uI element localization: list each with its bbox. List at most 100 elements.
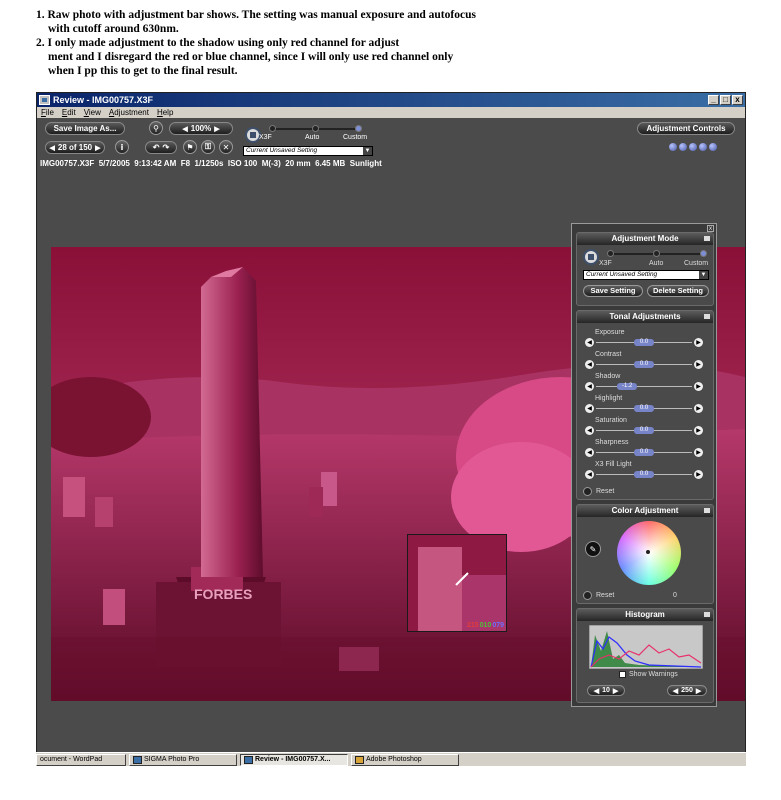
mode-dot-custom[interactable] bbox=[355, 125, 362, 132]
taskbar-item-sigma[interactable]: SIGMA Photo Pro bbox=[129, 753, 237, 766]
histogram-header[interactable]: Histogram bbox=[577, 609, 713, 621]
rating-ball[interactable] bbox=[679, 143, 687, 151]
eyedropper-icon[interactable]: ✎ bbox=[585, 541, 601, 557]
adjustment-controls-button[interactable]: Adjustment Controls bbox=[637, 122, 735, 135]
slider-x3-fill-light[interactable]: ◀ 0.0 ▶ bbox=[585, 470, 703, 479]
rating-ball[interactable] bbox=[699, 143, 707, 151]
image-counter[interactable]: ◀ 28 of 150 ▶ bbox=[45, 141, 105, 154]
menu-edit[interactable]: Edit bbox=[62, 108, 76, 117]
zoom-magnifier-icon[interactable]: ⚲ bbox=[149, 121, 163, 135]
zoom-out-arrow-icon[interactable]: ◀ bbox=[182, 125, 187, 133]
slider-shadow[interactable]: ◀ -1.2 ▶ bbox=[585, 382, 703, 391]
info-white-balance: Sunlight bbox=[349, 159, 382, 168]
save-image-button[interactable]: Save Image As... bbox=[45, 122, 125, 135]
histogram-low-stepper[interactable]: ◀ 10 ▶ bbox=[587, 685, 625, 696]
slider-decrease-icon[interactable]: ◀ bbox=[585, 404, 594, 413]
slider-highlight[interactable]: ◀ 0.0 ▶ bbox=[585, 404, 703, 413]
menu-view[interactable]: View bbox=[84, 108, 101, 117]
slider-value[interactable]: 0.0 bbox=[634, 471, 654, 478]
slider-increase-icon[interactable]: ▶ bbox=[694, 426, 703, 435]
key-icon[interactable]: ⚿ bbox=[201, 140, 215, 154]
rating-ball[interactable] bbox=[709, 143, 717, 151]
collapse-icon[interactable] bbox=[704, 314, 710, 319]
slider-saturation[interactable]: ◀ 0.0 ▶ bbox=[585, 426, 703, 435]
zoom-control[interactable]: ◀ 100% ▶ bbox=[169, 122, 233, 135]
save-setting-button[interactable]: Save Setting bbox=[583, 285, 643, 297]
slider-increase-icon[interactable]: ▶ bbox=[694, 360, 703, 369]
minimize-button[interactable]: _ bbox=[708, 95, 719, 105]
zoom-in-arrow-icon[interactable]: ▶ bbox=[214, 125, 219, 133]
rotate-buttons[interactable]: ↶ ↷ bbox=[145, 141, 177, 154]
mode-dot-auto[interactable] bbox=[312, 125, 319, 132]
slider-value[interactable]: 0.0 bbox=[634, 449, 654, 456]
panel-mode-x3f-icon[interactable] bbox=[583, 249, 599, 265]
slider-contrast[interactable]: ◀ 0.0 ▶ bbox=[585, 360, 703, 369]
collapse-icon[interactable] bbox=[704, 236, 710, 241]
rating-ball[interactable] bbox=[689, 143, 697, 151]
slider-increase-icon[interactable]: ▶ bbox=[694, 382, 703, 391]
slider-value[interactable]: 0.0 bbox=[634, 361, 654, 368]
slider-value[interactable]: 0.0 bbox=[634, 405, 654, 412]
rotate-left-icon[interactable]: ↶ bbox=[153, 143, 160, 152]
chevron-down-icon[interactable]: ▼ bbox=[363, 147, 372, 155]
menu-help[interactable]: Help bbox=[157, 108, 173, 117]
panel-mode-dot-custom[interactable] bbox=[700, 250, 707, 257]
slider-decrease-icon[interactable]: ◀ bbox=[585, 382, 594, 391]
color-wheel[interactable] bbox=[617, 521, 681, 585]
chevron-down-icon[interactable]: ▼ bbox=[699, 271, 708, 279]
show-warnings-checkbox[interactable] bbox=[619, 671, 626, 678]
slider-exposure[interactable]: ◀ 0.0 ▶ bbox=[585, 338, 703, 347]
high-increase-icon[interactable]: ▶ bbox=[696, 687, 701, 695]
collapse-icon[interactable] bbox=[704, 508, 710, 513]
mode-slider[interactable] bbox=[269, 125, 362, 132]
slider-increase-icon[interactable]: ▶ bbox=[694, 338, 703, 347]
rotate-right-icon[interactable]: ↷ bbox=[163, 143, 170, 152]
panel-mode-dot-x3f[interactable] bbox=[607, 250, 614, 257]
panel-mode-dot-auto[interactable] bbox=[653, 250, 660, 257]
slider-increase-icon[interactable]: ▶ bbox=[694, 404, 703, 413]
low-increase-icon[interactable]: ▶ bbox=[613, 687, 618, 695]
menu-file[interactable]: File bbox=[41, 108, 54, 117]
taskbar-item-wordpad[interactable]: ocument - WordPad bbox=[36, 753, 126, 766]
menu-adjustment[interactable]: Adjustment bbox=[109, 108, 149, 117]
setting-select[interactable]: Current Unsaved Setting ▼ bbox=[243, 146, 373, 156]
slider-decrease-icon[interactable]: ◀ bbox=[585, 338, 594, 347]
rating-balls[interactable] bbox=[669, 143, 717, 151]
color-adjustment-header[interactable]: Color Adjustment bbox=[577, 505, 713, 517]
slider-value[interactable]: 0.0 bbox=[634, 339, 654, 346]
slider-track[interactable] bbox=[596, 386, 692, 387]
rating-ball[interactable] bbox=[669, 143, 677, 151]
taskbar-item-photoshop[interactable]: Adobe Photoshop bbox=[351, 753, 459, 766]
taskbar-item-review[interactable]: Review - IMG00757.X... bbox=[240, 753, 348, 766]
slider-value[interactable]: 0.0 bbox=[634, 427, 654, 434]
low-decrease-icon[interactable]: ◀ bbox=[594, 687, 599, 695]
tonal-adjustments-header[interactable]: Tonal Adjustments bbox=[577, 311, 713, 323]
slider-increase-icon[interactable]: ▶ bbox=[694, 448, 703, 457]
slider-sharpness[interactable]: ◀ 0.0 ▶ bbox=[585, 448, 703, 457]
tonal-reset-button[interactable] bbox=[583, 487, 592, 496]
flag-icon[interactable]: ⚑ bbox=[183, 140, 197, 154]
slider-value[interactable]: -1.2 bbox=[617, 383, 638, 390]
panel-close-icon[interactable]: x bbox=[707, 225, 714, 232]
info-icon[interactable]: i bbox=[115, 140, 129, 154]
panel-mode-slider[interactable] bbox=[607, 250, 707, 257]
color-wheel-center[interactable] bbox=[646, 550, 650, 554]
collapse-icon[interactable] bbox=[704, 612, 710, 617]
delete-setting-button[interactable]: Delete Setting bbox=[647, 285, 709, 297]
close-button[interactable]: x bbox=[732, 95, 743, 105]
slider-decrease-icon[interactable]: ◀ bbox=[585, 470, 594, 479]
delete-icon[interactable]: ✕ bbox=[219, 140, 233, 154]
panel-setting-select[interactable]: Current Unsaved Setting ▼ bbox=[583, 270, 709, 280]
slider-increase-icon[interactable]: ▶ bbox=[694, 470, 703, 479]
maximize-button[interactable]: □ bbox=[720, 95, 731, 105]
mode-dot-x3f[interactable] bbox=[269, 125, 276, 132]
adjustment-mode-header[interactable]: Adjustment Mode bbox=[577, 233, 713, 245]
histogram-high-stepper[interactable]: ◀ 250 ▶ bbox=[667, 685, 707, 696]
prev-image-icon[interactable]: ◀ bbox=[49, 144, 54, 152]
high-decrease-icon[interactable]: ◀ bbox=[673, 687, 678, 695]
slider-decrease-icon[interactable]: ◀ bbox=[585, 448, 594, 457]
next-image-icon[interactable]: ▶ bbox=[95, 144, 100, 152]
slider-decrease-icon[interactable]: ◀ bbox=[585, 360, 594, 369]
slider-decrease-icon[interactable]: ◀ bbox=[585, 426, 594, 435]
color-reset-button[interactable] bbox=[583, 591, 592, 600]
